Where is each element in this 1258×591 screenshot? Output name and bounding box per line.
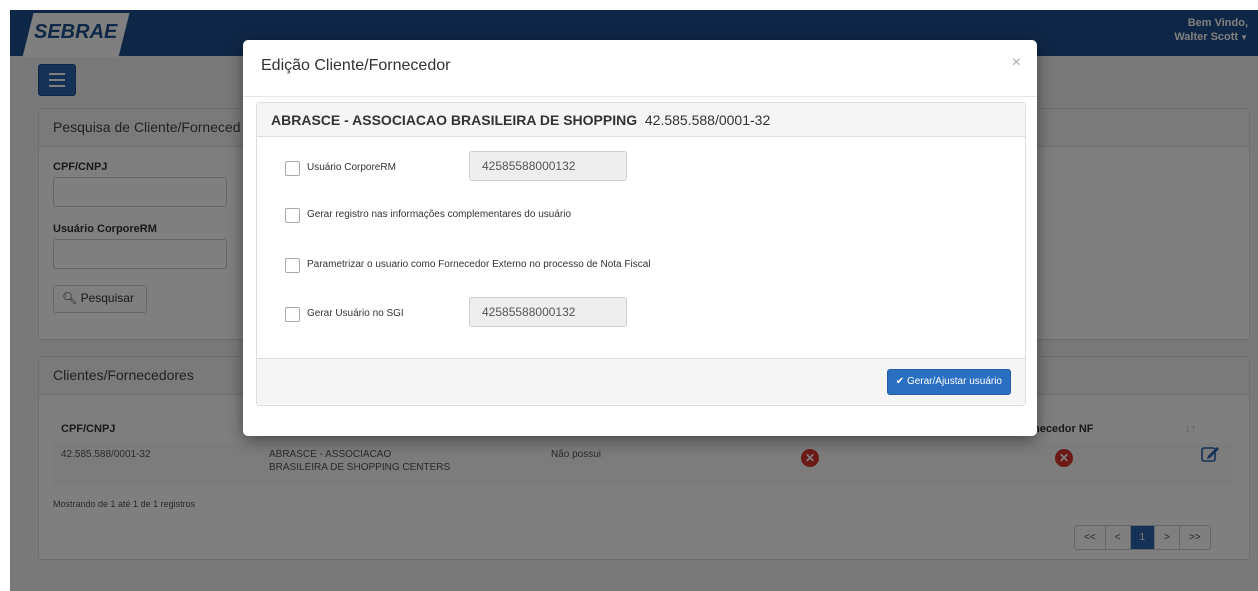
gerar-sgi-field[interactable]: 42585588000132 xyxy=(469,297,627,327)
edit-client-modal: Edição Cliente/Fornecedor × ABRASCE - AS… xyxy=(243,40,1037,436)
gerar-ajustar-usuario-label: Gerar/Ajustar usuário xyxy=(906,376,1002,387)
parametrizar-label: Parametrizar o usuario como Fornecedor E… xyxy=(307,259,651,270)
usuario-corporerm-checkbox[interactable] xyxy=(285,161,300,176)
modal-divider xyxy=(243,96,1037,97)
gerar-ajustar-usuario-button[interactable]: ✔ Gerar/Ajustar usuário xyxy=(886,369,1011,395)
usuario-corporerm-label: Usuário CorporeRM xyxy=(307,162,396,173)
client-panel-footer: ✔ Gerar/Ajustar usuário xyxy=(257,358,1025,405)
close-icon[interactable]: × xyxy=(1012,54,1021,72)
client-panel: ABRASCE - ASSOCIACAO BRASILEIRA DE SHOPP… xyxy=(256,102,1026,406)
gerar-sgi-label: Gerar Usuário no SGI xyxy=(307,308,404,319)
check-icon: ✔ xyxy=(895,376,905,387)
parametrizar-checkbox[interactable] xyxy=(285,258,300,273)
usuario-corporerm-field[interactable]: 42585588000132 xyxy=(469,151,627,181)
app-window: SEBRAE Bem Vindo, Walter Scott▼ Pesquisa… xyxy=(10,10,1258,591)
company-name: ABRASCE - ASSOCIACAO BRASILEIRA DE SHOPP… xyxy=(271,112,638,128)
modal-title: Edição Cliente/Fornecedor xyxy=(261,57,451,74)
gerar-sgi-checkbox[interactable] xyxy=(285,307,300,322)
company-cnpj: 42.585.588/0001-32 xyxy=(644,112,771,128)
client-heading: ABRASCE - ASSOCIACAO BRASILEIRA DE SHOPP… xyxy=(257,103,1025,137)
gerar-registro-label: Gerar registro nas informações complemen… xyxy=(307,209,572,220)
gerar-registro-checkbox[interactable] xyxy=(285,208,300,223)
